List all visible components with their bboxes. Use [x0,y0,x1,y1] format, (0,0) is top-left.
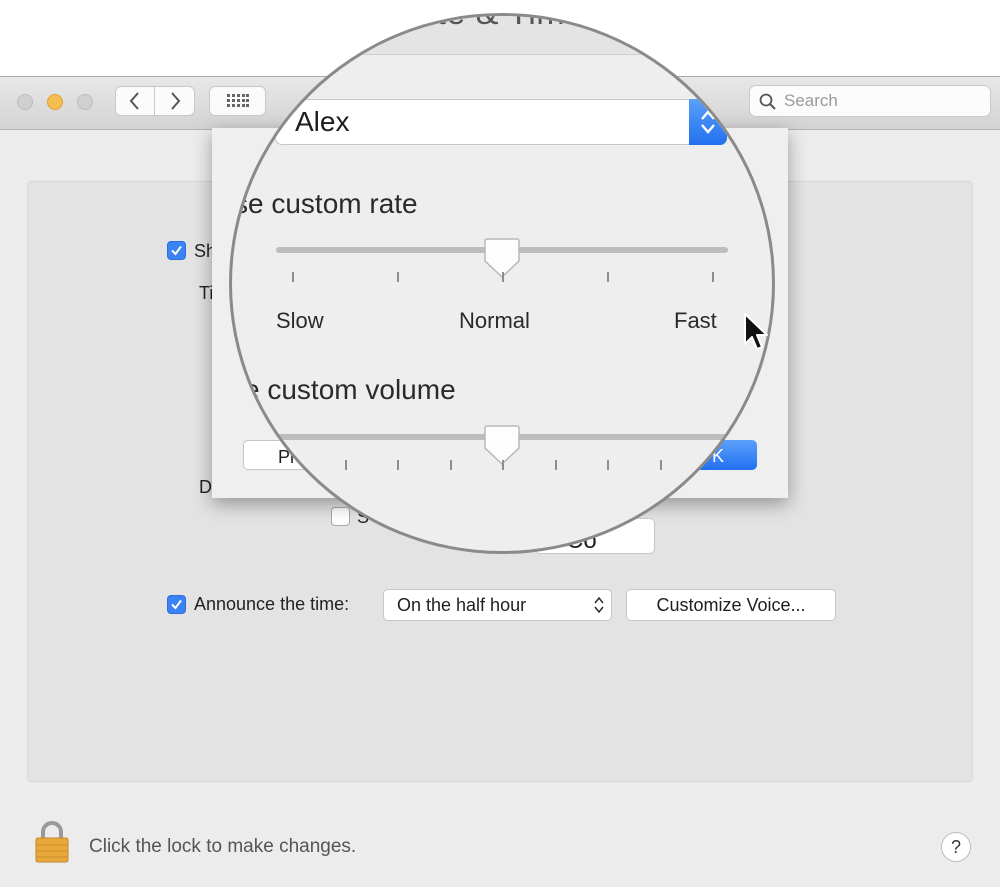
checkmark-icon [171,245,182,256]
rate-tick [607,272,609,282]
volume-tick [659,460,662,470]
minimize-window-button[interactable] [47,94,63,110]
announce-interval-value: On the half hour [397,595,527,615]
zoom-window-button[interactable] [77,94,93,110]
updown-arrows-icon [701,110,715,134]
magnifier-lens: ate & Tim Alex se custom rate Slow Norma… [229,13,775,554]
help-button[interactable]: ? [941,832,971,862]
back-chevron-icon [129,92,139,110]
search-icon [759,93,776,110]
volume-tick [607,460,609,470]
volume-tick [502,460,504,470]
volume-tick [397,460,399,470]
rate-normal-label: Normal [459,308,530,333]
magnified-window-title: ate & Tim [417,13,566,32]
rate-slow-label: Slow [276,308,324,333]
volume-tick [292,460,294,470]
rate-tick [712,272,714,282]
search-placeholder: Search [784,91,838,110]
magnified-title-bar: ate & Tim [232,13,772,55]
updown-arrows-icon [594,596,604,614]
back-button[interactable] [115,86,155,116]
announce-time-label: Announce the time: [194,594,350,614]
mouse-pointer-icon [744,313,768,350]
voice-name: Alex [295,106,350,137]
rate-heading: se custom rate [234,188,418,219]
volume-tick [344,460,347,470]
lock-message: Click the lock to make changes. [89,836,357,857]
lock-icon[interactable] [34,821,70,863]
announce-time-checkbox[interactable] [167,595,186,614]
search-field[interactable]: Search [749,85,991,117]
option-checkbox[interactable] [331,507,350,526]
customize-voice-button[interactable]: Customize Voice... [626,589,836,621]
volume-tick [554,460,557,470]
voice-popup-arrows[interactable] [689,99,727,145]
rate-tick [397,272,399,282]
rate-fast-label: Fast [674,308,717,333]
grid-icon [226,94,249,107]
voice-popup[interactable]: Alex [275,99,727,145]
show-date-time-checkbox[interactable] [167,241,186,260]
rate-tick [502,272,504,282]
close-window-button[interactable] [17,94,33,110]
announce-interval-popup[interactable]: On the half hour [383,589,612,621]
forward-button[interactable] [155,86,195,116]
show-all-button[interactable] [209,86,266,116]
volume-tick [712,460,714,470]
date-options-label: D [199,477,212,497]
volume-tick [449,460,452,470]
volume-heading: e custom volume [244,374,456,405]
forward-chevron-icon [170,92,180,110]
checkmark-icon [171,599,182,610]
rate-tick [292,272,294,282]
